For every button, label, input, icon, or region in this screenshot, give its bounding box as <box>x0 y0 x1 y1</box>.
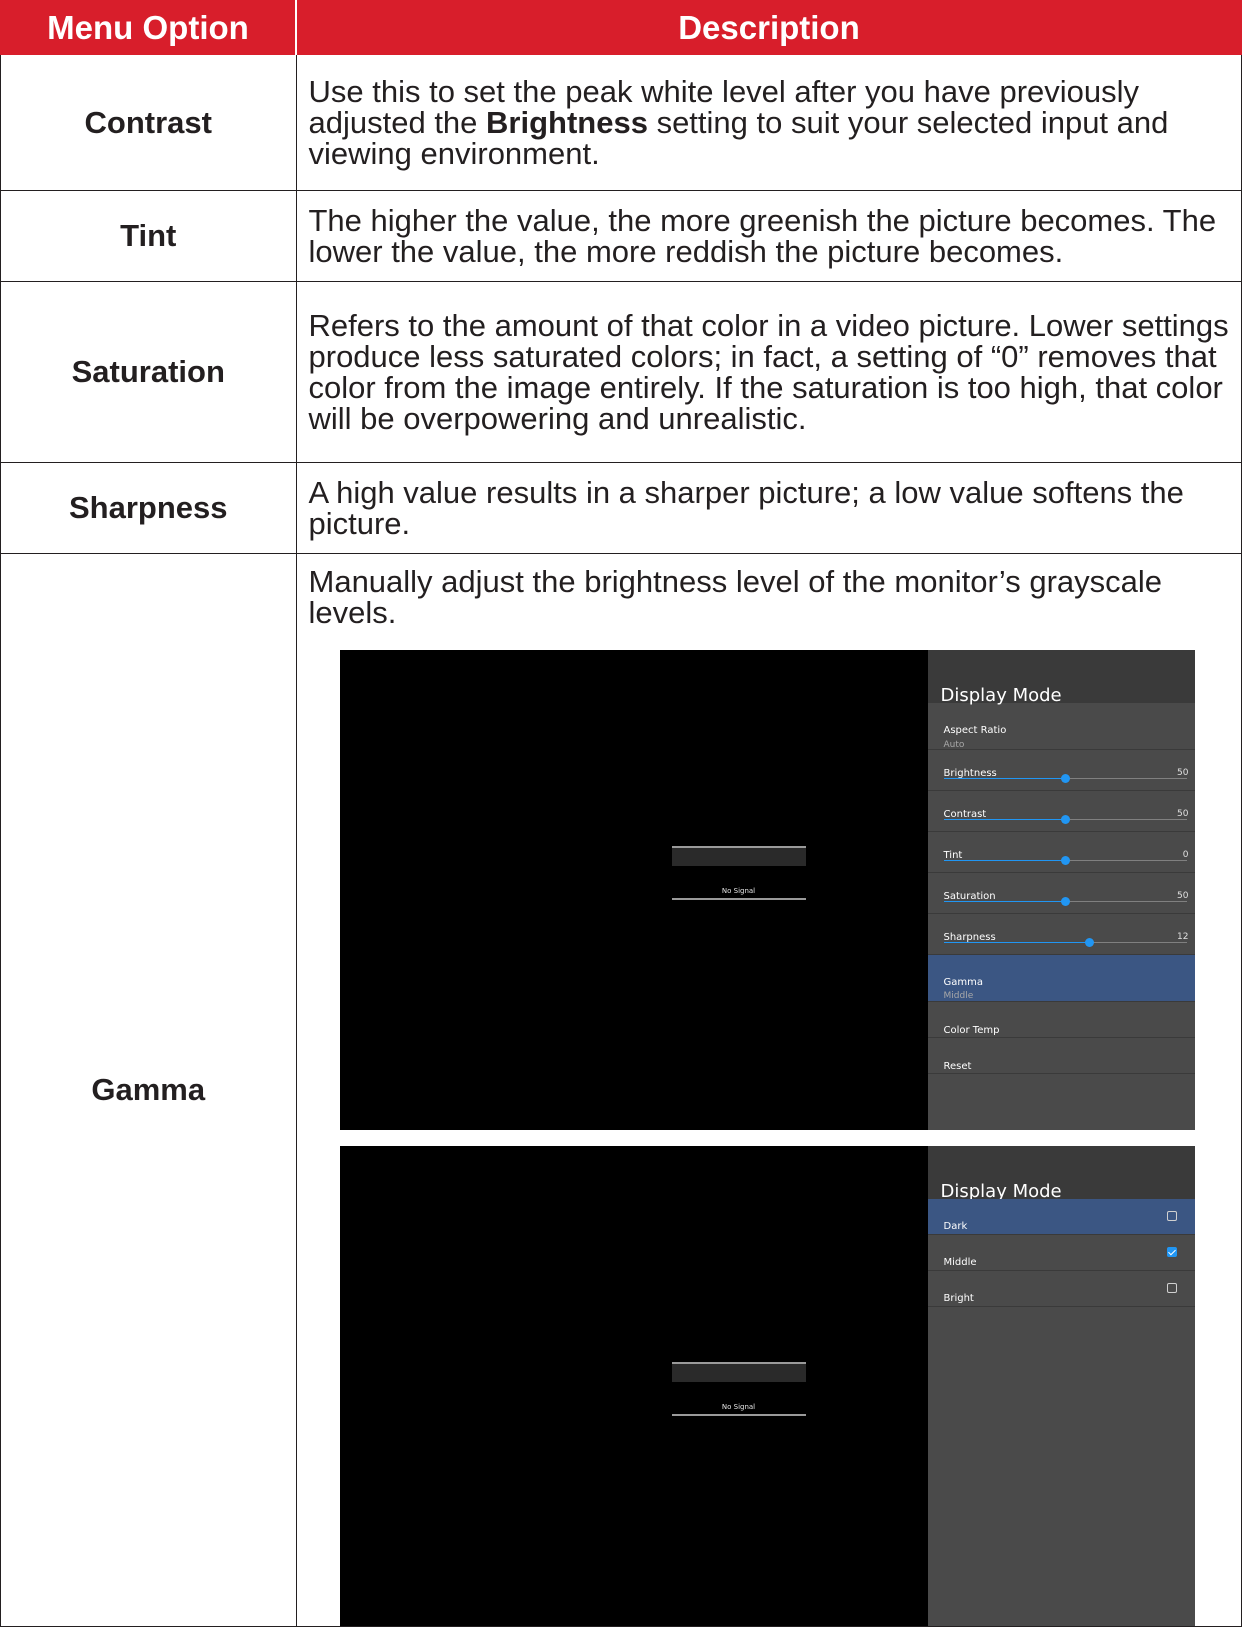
slider-label: Brightness <box>943 768 997 779</box>
option-name: Sharpness <box>0 462 297 554</box>
checkbox-icon[interactable] <box>1166 1283 1177 1293</box>
menu-item-contrast[interactable]: Contrast 50 <box>927 791 1195 832</box>
table-row-gamma: Gamma Manually adjust the brightness lev… <box>0 553 1242 1627</box>
desc-bold: Brightness <box>486 105 648 140</box>
screenshot-gamma-options: No Signal Display Mode Dark Middle Bright <box>339 1146 1195 1626</box>
menu-item-aspect-ratio[interactable]: Aspect Ratio Auto <box>927 703 1195 750</box>
menu-item-brightness[interactable]: Brightness 50 <box>927 750 1195 791</box>
menu-item-sharpness[interactable]: Sharpness 12 <box>927 914 1195 955</box>
gamma-option-dark[interactable]: Dark <box>927 1199 1195 1235</box>
menu-option-table: Menu Option Description Contrast Use thi… <box>0 0 1242 1627</box>
table-row-tint: Tint The higher the value, the more gree… <box>0 190 1242 282</box>
slider-label: Contrast <box>943 809 987 820</box>
option-label: Bright <box>943 1293 974 1304</box>
no-signal-box: No Signal <box>671 846 806 900</box>
menu-item-saturation[interactable]: Saturation 50 <box>927 873 1195 914</box>
header-menu-option: Menu Option <box>0 0 297 55</box>
slider-label: Tint <box>943 850 963 861</box>
table-row-saturation: Saturation Refers to the amount of that … <box>0 281 1242 463</box>
option-name: Contrast <box>0 54 297 191</box>
slider-track[interactable] <box>943 815 1187 824</box>
table-row-sharpness: Sharpness A high value results in a shar… <box>0 462 1242 554</box>
slider-track[interactable] <box>943 897 1187 906</box>
slider-thumb[interactable] <box>1061 774 1070 783</box>
slider-track[interactable] <box>943 774 1187 783</box>
slider-label: Sharpness <box>943 932 996 943</box>
table-row-contrast: Contrast Use this to set the peak white … <box>0 54 1242 191</box>
menu-item-gamma[interactable]: Gamma Middle <box>927 955 1195 1002</box>
gamma-option-middle[interactable]: Middle <box>927 1235 1195 1271</box>
menu-item-color-temp[interactable]: Color Temp <box>927 1002 1195 1038</box>
slider-track[interactable] <box>943 856 1187 865</box>
slider-value: 50 <box>1177 809 1189 819</box>
slider-label: Saturation <box>943 891 996 902</box>
slider-value: 50 <box>1177 891 1189 901</box>
menu-item-tint[interactable]: Tint 0 <box>927 832 1195 873</box>
slider-track[interactable] <box>943 938 1187 947</box>
screenshot-display-mode-menu: No Signal Display Mode Aspect Ratio Auto… <box>339 650 1195 1130</box>
option-description: A high value results in a sharper pictur… <box>295 462 1242 554</box>
no-signal-text: No Signal <box>721 1403 756 1411</box>
gamma-options-panel: Display Mode Dark Middle Bright <box>927 1146 1195 1626</box>
option-description: Use this to set the peak white level aft… <box>295 54 1242 191</box>
no-signal-text: No Signal <box>721 887 756 895</box>
option-name: Gamma <box>0 553 297 1627</box>
checkbox-icon[interactable] <box>1166 1211 1177 1221</box>
slider-thumb[interactable] <box>1061 815 1070 824</box>
option-name: Tint <box>0 190 297 282</box>
option-description: Manually adjust the brightness level of … <box>295 553 1242 1627</box>
slider-thumb[interactable] <box>1061 856 1070 865</box>
checkbox-icon[interactable] <box>1166 1247 1177 1257</box>
option-name: Saturation <box>0 281 297 463</box>
option-description: The higher the value, the more greenish … <box>295 190 1242 282</box>
slider-value: 12 <box>1177 932 1189 942</box>
slider-thumb[interactable] <box>1085 938 1095 947</box>
no-signal-box: No Signal <box>671 1362 806 1416</box>
slider-value: 0 <box>1182 850 1189 860</box>
option-description: Refers to the amount of that color in a … <box>295 281 1242 463</box>
display-mode-panel: Display Mode Aspect Ratio Auto Brightnes… <box>927 650 1195 1130</box>
header-description: Description <box>295 0 1242 55</box>
gamma-option-bright[interactable]: Bright <box>927 1271 1195 1307</box>
slider-thumb[interactable] <box>1061 897 1070 906</box>
menu-item-reset[interactable]: Reset <box>927 1038 1195 1074</box>
slider-value: 50 <box>1177 768 1189 778</box>
